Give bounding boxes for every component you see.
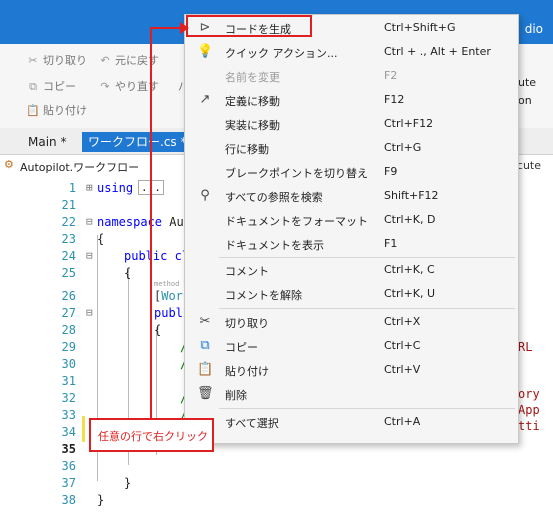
breadcrumb-path[interactable]: Autopilot.ワークフロー	[20, 159, 139, 175]
collapse-icon[interactable]: ⊟	[86, 215, 93, 228]
annotation-text: 任意の行で右クリック	[98, 430, 208, 443]
paste-ribbon-button[interactable]: 📋 貼り付け	[26, 102, 87, 118]
redo-icon: ↷	[100, 80, 110, 93]
window-title-fragment: dio	[524, 22, 543, 36]
menu-item-comment[interactable]: コメント Ctrl+K, C	[185, 259, 518, 281]
menu-item-copy[interactable]: ⧉ コピー Ctrl+C	[185, 335, 518, 357]
collapse-icon[interactable]: ⊟	[86, 306, 93, 319]
code-fragment: App	[518, 403, 540, 417]
menu-item-go-to-line[interactable]: 行に移動 Ctrl+G	[185, 137, 518, 159]
menu-item-rename[interactable]: 名前を変更 F2	[185, 65, 518, 87]
line-number: 29	[61, 340, 76, 354]
ribbon-right-fragment-1: ute	[518, 76, 537, 89]
line-number: 22	[61, 215, 76, 229]
menu-item-go-to-definition[interactable]: ↗ 定義に移動 F12	[185, 89, 518, 111]
menu-item-uncomment[interactable]: コメントを解除 Ctrl+K, U	[185, 283, 518, 305]
line-number: 32	[61, 391, 76, 405]
cut-icon: ✂	[28, 54, 38, 67]
change-indicator	[82, 416, 85, 442]
line-number: 21	[61, 198, 76, 212]
menu-item-select-all[interactable]: すべて選択 Ctrl+A	[185, 411, 518, 433]
line-number: 36	[61, 459, 76, 473]
line-number-current: 35	[61, 442, 76, 456]
menu-item-paste[interactable]: 📋 貼り付け Ctrl+V	[185, 359, 518, 381]
context-menu: ⊳ コードを生成 Ctrl+Shift+G 💡 クイック アクション... Ct…	[184, 14, 519, 444]
expand-icon[interactable]: ⊞	[86, 181, 93, 194]
code-line: }	[97, 493, 105, 507]
copy-icon: ⧉	[200, 338, 210, 353]
code-line: using	[97, 181, 134, 195]
code-lens-hint: method	[154, 280, 180, 288]
line-number: 1	[68, 181, 76, 195]
line-number: 28	[61, 323, 76, 337]
delete-icon: 🗑	[197, 386, 214, 401]
menu-item-format-document[interactable]: ドキュメントをフォーマット Ctrl+K, D	[185, 209, 518, 231]
line-number: 30	[61, 357, 76, 371]
code-line: public cl	[124, 249, 190, 263]
highlight-box	[186, 15, 312, 37]
line-number: 27	[61, 306, 76, 320]
code-line: }	[124, 476, 132, 490]
code-fragment: ory	[518, 387, 540, 401]
class-icon: ⚙	[4, 158, 14, 171]
annotation-arrow-line	[150, 28, 152, 418]
menu-item-find-all-references[interactable]: ⚲ すべての参照を検索 Shift+F12	[185, 185, 518, 207]
line-number: 31	[61, 374, 76, 388]
copy-ribbon-button[interactable]: ⧉ コピー	[26, 78, 76, 94]
line-number: 24	[61, 249, 76, 263]
menu-item-quick-actions[interactable]: 💡 クイック アクション... Ctrl + ., Alt + Enter	[185, 41, 518, 63]
code-fragment: RL	[518, 340, 533, 354]
menu-separator	[219, 257, 515, 258]
cut-ribbon-button[interactable]: ✂ 切り取り	[26, 52, 87, 68]
copy-icon: ⧉	[29, 80, 37, 93]
menu-separator	[219, 308, 515, 309]
menu-separator	[219, 408, 515, 409]
ribbon-right-fragment-2: on	[518, 94, 532, 107]
go-to-definition-icon: ↗	[199, 92, 211, 107]
code-line: {	[154, 323, 162, 337]
menu-item-go-to-implementation[interactable]: 実装に移動 Ctrl+F12	[185, 113, 518, 135]
code-fragment: tti	[518, 419, 540, 433]
paste-icon: 📋	[26, 104, 40, 117]
code-line: {	[97, 232, 105, 246]
menu-item-view-documentation[interactable]: ドキュメントを表示 F1	[185, 233, 518, 255]
cut-icon: ✂	[199, 314, 211, 329]
breadcrumb-right[interactable]: cute	[517, 159, 541, 172]
annotation-arrow-head	[180, 22, 189, 34]
line-number: 38	[61, 493, 76, 507]
code-line: namespace Aut	[97, 215, 191, 229]
lightbulb-icon: 💡	[197, 44, 214, 59]
undo-icon: ↶	[100, 54, 110, 67]
line-number: 34	[61, 425, 76, 439]
line-number: 25	[61, 266, 76, 280]
code-line: {	[124, 266, 132, 280]
line-number: 23	[61, 232, 76, 246]
paste-icon: 📋	[197, 362, 214, 377]
menu-item-cut[interactable]: ✂ 切り取り Ctrl+X	[185, 311, 518, 333]
line-number: 26	[61, 289, 76, 303]
collapse-icon[interactable]: ⊟	[86, 249, 93, 262]
menu-item-toggle-breakpoint[interactable]: ブレークポイントを切り替え F9	[185, 161, 518, 183]
line-number: 37	[61, 476, 76, 490]
search-icon: ⚲	[200, 188, 210, 203]
line-number: 33	[61, 408, 76, 422]
tab-main[interactable]: Main *	[22, 132, 72, 152]
menu-item-delete[interactable]: 🗑 削除	[185, 383, 518, 405]
